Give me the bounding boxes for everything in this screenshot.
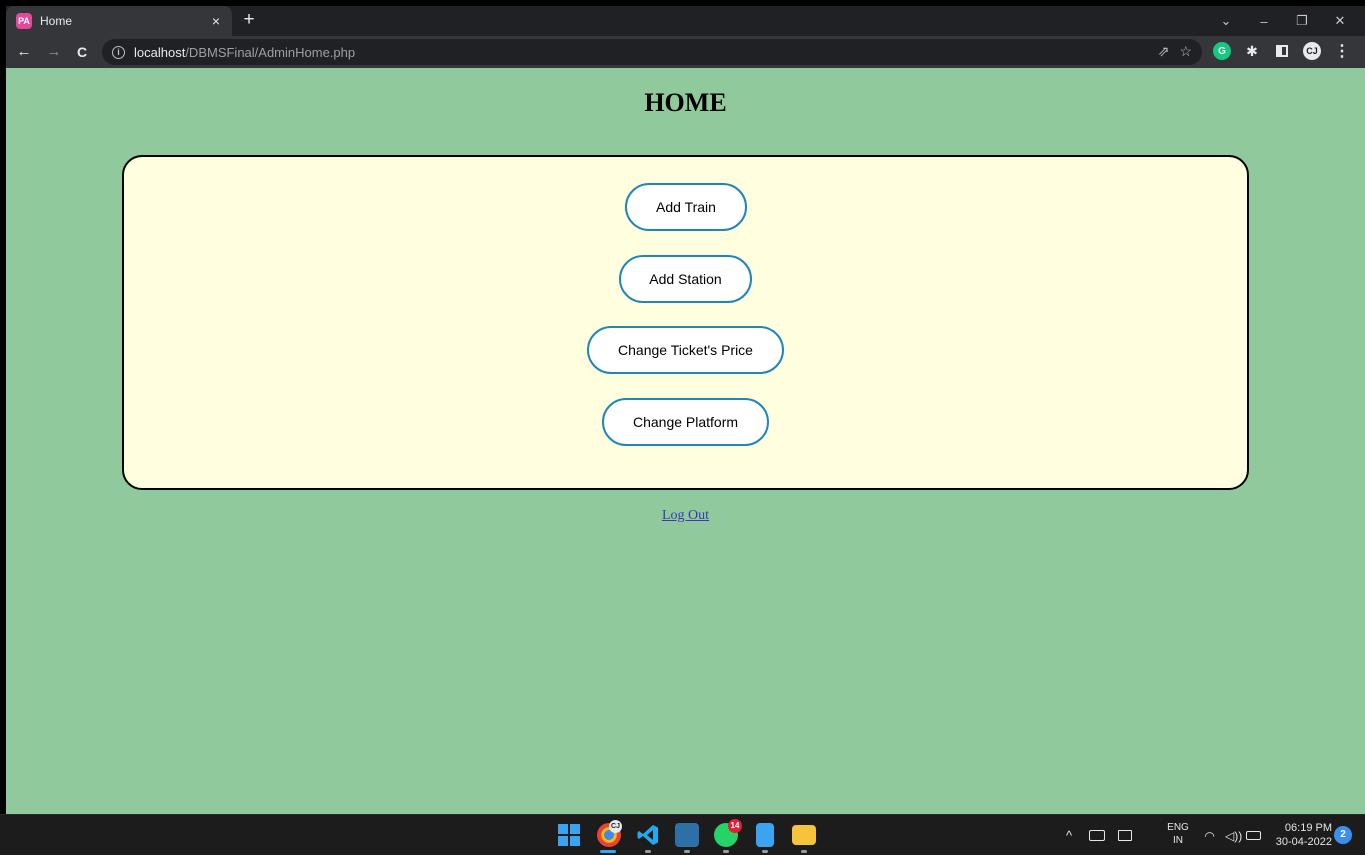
back-button[interactable]: ← [14, 42, 34, 62]
tab-home[interactable]: PA Home × [6, 6, 232, 36]
browser-toolbar: ← → C i localhost/DBMSFinal/AdminHome.ph… [6, 36, 1365, 68]
windows-start-icon[interactable] [557, 823, 581, 847]
add-station-button[interactable]: Add Station [619, 255, 752, 303]
address-bar[interactable]: i localhost/DBMSFinal/AdminHome.php ⇗ ☆ [102, 39, 1202, 65]
language-indicator[interactable]: ENG IN [1166, 821, 1190, 847]
admin-actions-panel: Add Train Add Station Change Ticket's Pr… [122, 155, 1249, 490]
tab-title: Home [40, 14, 73, 28]
explorer-running-indicator [801, 850, 807, 853]
battery-icon[interactable] [1246, 815, 1261, 855]
vscode-running-indicator [645, 850, 651, 853]
extensions-puzzle-icon[interactable]: ✱ [1243, 42, 1261, 60]
profile-avatar-icon[interactable]: CJ [1303, 42, 1321, 60]
phpmyadmin-favicon-icon: PA [16, 13, 32, 29]
close-window-icon[interactable]: ✕ [1321, 13, 1359, 29]
page-viewport: HOME Add Train Add Station Change Ticket… [6, 68, 1365, 814]
tray-overflow-chevron-icon[interactable]: ^ [1066, 815, 1072, 855]
tab-search-icon[interactable]: ⌄ [1207, 13, 1245, 29]
language-line-1: ENG [1167, 822, 1189, 833]
share-icon[interactable]: ⇗ [1158, 43, 1170, 60]
page-title: HOME [644, 88, 727, 117]
vscode-taskbar-icon[interactable] [636, 823, 660, 847]
language-line-2: IN [1173, 835, 1183, 846]
whatsapp-unread-badge: 14 [728, 819, 742, 833]
url-host: localhost [134, 44, 186, 60]
tab-strip: PA Home × + ⌄ – ❐ ✕ [6, 6, 1365, 36]
change-ticket-price-button[interactable]: Change Ticket's Price [587, 326, 784, 374]
side-panel-icon[interactable] [1273, 42, 1291, 60]
extensions-area: G ✱ CJ ⋮ [1213, 42, 1351, 60]
clock[interactable]: 06:19 PM 30-04-2022 [1270, 821, 1332, 849]
new-tab-button[interactable]: + [238, 10, 260, 32]
logout-container: Log Out [6, 508, 1365, 524]
bookmark-star-icon[interactable]: ☆ [1179, 43, 1192, 60]
url-path: /DBMSFinal/AdminHome.php [185, 44, 356, 60]
volume-icon[interactable]: ◁)) [1225, 815, 1242, 855]
clock-date: 30-04-2022 [1275, 836, 1332, 848]
taskbar: CJ 14 ^ ENG IN ◜◝ ◁)) 06:19 PM 30-04-202… [0, 814, 1365, 855]
logout-link[interactable]: Log Out [662, 508, 709, 523]
change-platform-button[interactable]: Change Platform [602, 398, 769, 446]
site-info-icon[interactable]: i [112, 45, 125, 59]
forward-button[interactable]: → [44, 42, 64, 62]
chrome-profile-badge: CJ [609, 820, 622, 833]
tab-close-icon[interactable]: × [208, 13, 224, 29]
add-train-button[interactable]: Add Train [625, 183, 747, 231]
restore-icon[interactable]: ❐ [1283, 13, 1321, 29]
file-explorer-taskbar-icon[interactable] [792, 825, 816, 845]
grammarly-extension-icon[interactable]: G [1213, 42, 1231, 60]
notifications-badge[interactable]: 2 [1334, 826, 1352, 844]
whatsapp-running-indicator [723, 850, 729, 853]
window-controls: ⌄ – ❐ ✕ [1207, 6, 1359, 36]
notepad-running-indicator [762, 850, 768, 853]
clock-time: 06:19 PM [1284, 822, 1332, 834]
reload-button[interactable]: C [72, 42, 92, 62]
pen-workspace-icon[interactable] [1118, 815, 1132, 855]
mysql-workbench-taskbar-icon[interactable] [675, 823, 699, 847]
browser-menu-icon[interactable]: ⋮ [1333, 42, 1351, 60]
wifi-icon[interactable]: ◜◝ [1205, 815, 1214, 855]
chrome-active-indicator [600, 850, 616, 853]
notepad-taskbar-icon[interactable] [756, 823, 774, 847]
minimize-icon[interactable]: – [1245, 14, 1283, 29]
touch-keyboard-icon[interactable] [1089, 815, 1105, 855]
mysql-running-indicator [684, 850, 690, 853]
url-text: localhost/DBMSFinal/AdminHome.php [134, 45, 355, 60]
